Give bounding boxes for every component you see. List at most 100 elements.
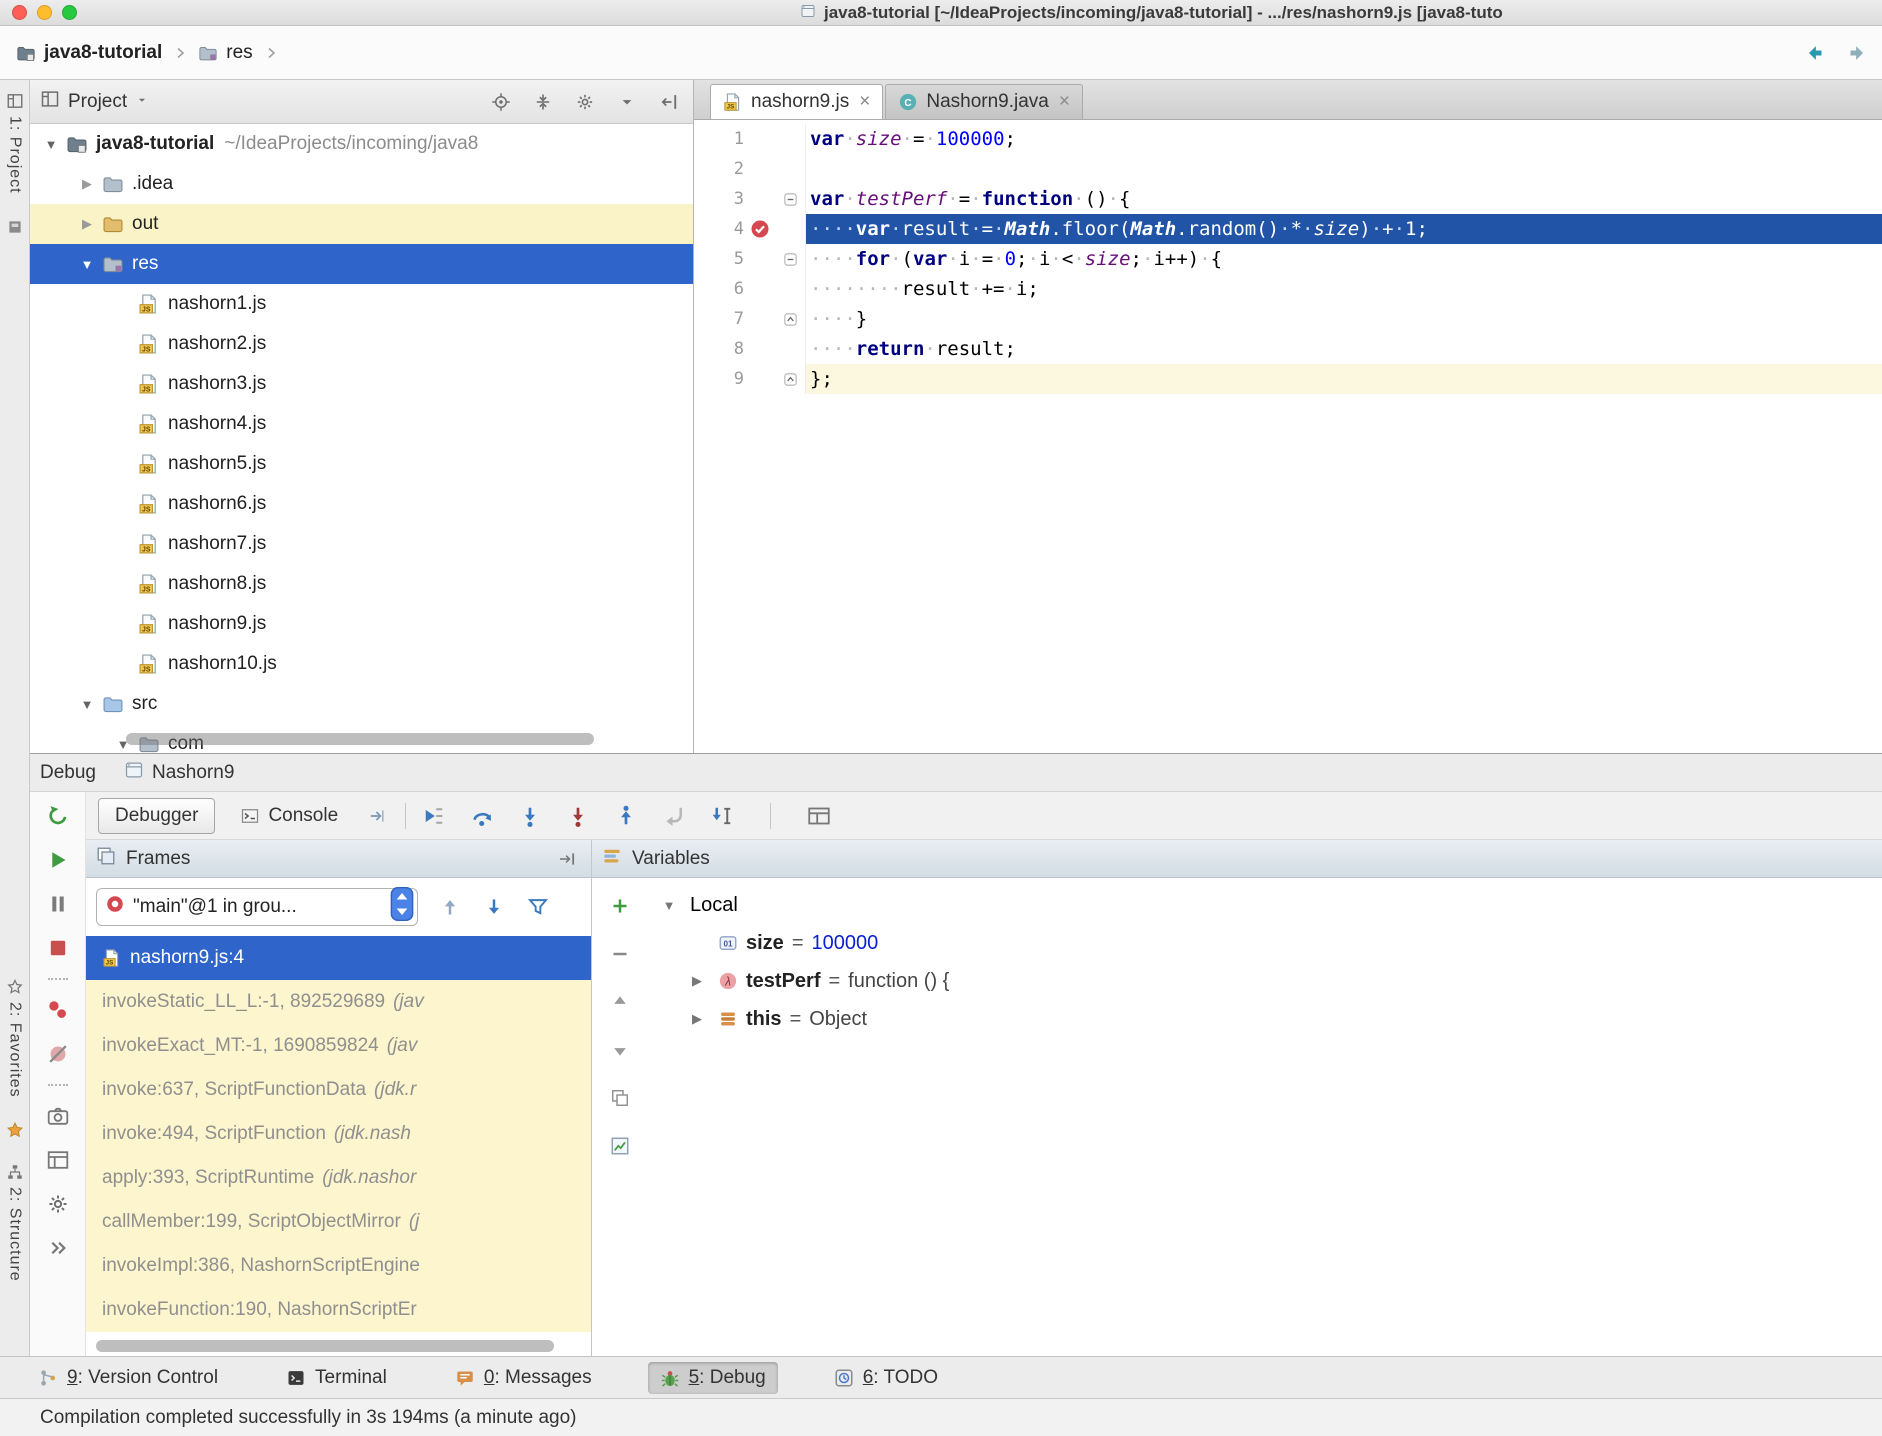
thread-selector[interactable]: "main"@1 in grou... [96, 887, 418, 926]
frame-row[interactable]: JS nashorn9.js:4 [86, 936, 591, 980]
code-text[interactable]: ···· var · result · = · Math .floor(Math .random(… [806, 214, 1882, 244]
debug-session-tab[interactable]: Nashorn9 [114, 757, 244, 789]
frames-horizontal-scrollbar[interactable] [96, 1340, 554, 1352]
tree-item-src[interactable]: ▼ src [30, 684, 693, 724]
code-line-3[interactable]: 3 var · testPerf · = · function ·() ·{ [694, 184, 1882, 214]
frame-row[interactable]: invokeExact_MT:-1, 1690859824 (jav [86, 1024, 591, 1068]
debug-tab-Console[interactable]: Console [223, 798, 355, 834]
close-window-button[interactable] [12, 5, 27, 20]
code-line-1[interactable]: 1 var · size · = · 100000; [694, 124, 1882, 154]
variable-row-this[interactable]: ▶ this = Object [648, 1000, 1882, 1038]
frame-row[interactable]: invoke:637, ScriptFunctionData (jdk.r [86, 1068, 591, 1112]
close-icon[interactable]: × [1059, 91, 1070, 113]
frame-up-button[interactable] [436, 893, 464, 921]
show-execution-point-button[interactable] [420, 802, 448, 830]
code-line-7[interactable]: 7 ····} [694, 304, 1882, 334]
expander-icon[interactable]: ▼ [36, 137, 66, 152]
rerun-button[interactable] [44, 802, 72, 830]
code-text[interactable]: }; [806, 364, 1882, 394]
expander-icon[interactable]: ▶ [684, 973, 710, 989]
force-step-into-button[interactable] [564, 802, 592, 830]
tree-item-nashorn10.js[interactable]: JS nashorn10.js [30, 644, 693, 684]
tree-item-nashorn6.js[interactable]: JS nashorn6.js [30, 484, 693, 524]
code-text[interactable]: var · testPerf · = · function ·() ·{ [806, 184, 1882, 214]
toolbutton-0Messages[interactable]: 0: Messages [443, 1362, 604, 1394]
toolbutton-6TODO[interactable]: 6: TODO [822, 1362, 950, 1394]
tree-item-nashorn1.js[interactable]: JS nashorn1.js [30, 284, 693, 324]
code-text[interactable]: ····} [806, 304, 1882, 334]
code-text[interactable] [806, 154, 1882, 184]
code-line-5[interactable]: 5 ···· for ·(var · i · = · 0; · i · < · size; · i++) ·{ [694, 244, 1882, 274]
stop-button[interactable] [44, 934, 72, 962]
tree-item-nashorn8.js[interactable]: JS nashorn8.js [30, 564, 693, 604]
code-text[interactable]: ········ result · += · i; [806, 274, 1882, 304]
minimize-window-button[interactable] [37, 5, 52, 20]
back-arrow-button[interactable] [1800, 39, 1828, 67]
stripe-button-1: Project[interactable]: 1: Project [6, 88, 24, 198]
code-line-4[interactable]: 4 ···· var · result · = · Math .floor(Math .random… [694, 214, 1882, 244]
tree-item-res[interactable]: ▼ res [30, 244, 693, 284]
editor-tab-Nashorn9.java[interactable]: C Nashorn9.java × [885, 84, 1083, 119]
fold-marker[interactable] [776, 252, 804, 267]
code-line-8[interactable]: 8 ···· return · result; [694, 334, 1882, 364]
hide-side-button[interactable] [655, 88, 683, 116]
code-line-6[interactable]: 6 ········ result · += · i; [694, 274, 1882, 304]
expander-icon[interactable]: ▶ [72, 216, 102, 232]
close-icon[interactable]: × [859, 91, 870, 113]
tree-item-.idea[interactable]: ▶ .idea [30, 164, 693, 204]
variable-row-Local[interactable]: ▼ Local [648, 886, 1882, 924]
variable-row-size[interactable]: 01 size = 100000 [648, 924, 1882, 962]
tree-item-nashorn2.js[interactable]: JS nashorn2.js [30, 324, 693, 364]
variable-row-testPerf[interactable]: ▶ λ testPerf = function () { [648, 962, 1882, 1000]
expander-icon[interactable]: ▶ [684, 1011, 710, 1027]
code-line-2[interactable]: 2 [694, 154, 1882, 184]
view-breakpoints-button[interactable] [44, 996, 72, 1024]
toolbutton-5Debug[interactable]: 5: Debug [647, 1361, 778, 1394]
gear-button[interactable] [571, 88, 599, 116]
drop-frame-button[interactable] [660, 802, 688, 830]
frame-row[interactable]: invokeImpl:386, NashornScriptEngine [86, 1244, 591, 1288]
step-over-button[interactable] [468, 802, 496, 830]
locate-button[interactable] [487, 88, 515, 116]
frame-row[interactable]: invoke:494, ScriptFunction (jdk.nash [86, 1112, 591, 1156]
more-button[interactable] [44, 1234, 72, 1262]
tree-item-nashorn9.js[interactable]: JS nashorn9.js [30, 604, 693, 644]
code-text[interactable]: ···· return · result; [806, 334, 1882, 364]
tree-item-nashorn5.js[interactable]: JS nashorn5.js [30, 444, 693, 484]
run-to-cursor-button[interactable] [708, 802, 736, 830]
breadcrumb-item-res[interactable]: res [196, 38, 254, 68]
step-out-button[interactable] [612, 802, 640, 830]
stripe-button-2: Structure[interactable]: 2: Structure [6, 1159, 24, 1286]
chart-button[interactable] [606, 1132, 634, 1160]
stripe-button-tool-square[interactable] [6, 214, 24, 240]
code-line-9[interactable]: 9}; [694, 364, 1882, 394]
frame-row[interactable]: callMember:199, ScriptObjectMirror (j [86, 1200, 591, 1244]
toolbutton-9VersionControl[interactable]: 9: Version Control [26, 1362, 230, 1394]
forward-arrow-button[interactable] [1844, 39, 1872, 67]
breadcrumb-item-java8-tutorial[interactable]: java8-tutorial [14, 38, 164, 68]
expander-icon[interactable]: ▼ [72, 257, 102, 272]
remove-watch-button[interactable] [606, 940, 634, 968]
frame-row[interactable]: apply:393, ScriptRuntime (jdk.nashor [86, 1156, 591, 1200]
restore-layout-button[interactable] [44, 1146, 72, 1174]
stripe-button-2: Favorites[interactable]: 2: Favorites [6, 974, 24, 1102]
debug-tab-Debugger[interactable]: Debugger [98, 797, 216, 834]
step-into-button[interactable] [516, 802, 544, 830]
move-down-button[interactable] [606, 1036, 634, 1064]
duplicate-button[interactable] [606, 1084, 634, 1112]
expander-icon[interactable]: ▼ [656, 898, 682, 913]
tree-item-out[interactable]: ▶ out [30, 204, 693, 244]
editor-tab-nashorn9.js[interactable]: JS nashorn9.js × [710, 84, 884, 119]
caret-down-small-button[interactable] [613, 88, 641, 116]
frame-row[interactable]: invokeStatic_LL_L:-1, 892529689 (jav [86, 980, 591, 1024]
expander-icon[interactable]: ▶ [72, 176, 102, 192]
thread-dump-button[interactable] [44, 1102, 72, 1130]
zoom-window-button[interactable] [62, 5, 77, 20]
pin-right-button[interactable] [553, 845, 581, 873]
tree-item-nashorn3.js[interactable]: JS nashorn3.js [30, 364, 693, 404]
toolbutton-Terminal[interactable]: Terminal [274, 1362, 399, 1394]
tree-item-java8-tutorial[interactable]: ▼ java8-tutorial ~/IdeaProjects/incoming/j… [30, 124, 693, 164]
gear-button[interactable] [44, 1190, 72, 1218]
code-text[interactable]: var · size · = · 100000; [806, 124, 1882, 154]
resume-button[interactable] [44, 846, 72, 874]
